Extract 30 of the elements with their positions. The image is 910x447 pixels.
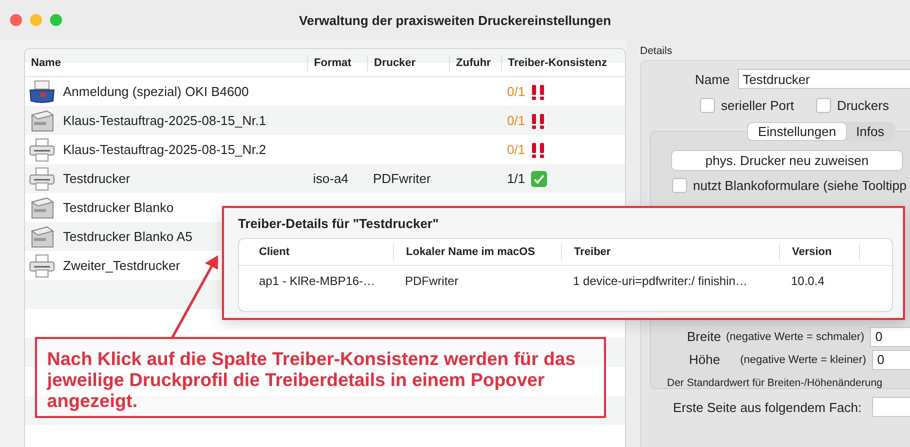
size-label: Höhe <box>689 352 720 367</box>
size-label: Breite <box>687 329 721 344</box>
printer-cell-text: PDFwriter <box>372 170 431 186</box>
default-note: Der Standardwert für Breiten-/Höhenänderung <box>666 376 884 389</box>
name-label: Name <box>695 72 730 86</box>
window-title: Verwaltung der praxisweiten Druckereinstellungen <box>298 12 612 28</box>
size-hint: (negative Werte = kleiner) <box>740 354 866 366</box>
version-cell-text: 10.0.4 <box>790 274 826 288</box>
local-name-cell-text: PDFwriter <box>404 274 460 288</box>
consistency-cell: 1/1 <box>507 171 526 186</box>
printer-name: Testdrucker Blanko <box>63 200 174 215</box>
printer-name: Klaus-Testauftrag-2025-08-15_Nr.1 <box>63 113 266 128</box>
annotation-text: Nach Klick auf die Spalte Treiber-Konsistenz werden für das jeweilige Druckprofil die Treiberdetails in einem Popover angezeigt. <box>47 348 576 411</box>
size-hint: (negative Werte = schmaler) <box>726 330 864 342</box>
checkbox-label: serieller Port <box>721 98 794 113</box>
consistency-cell: 0/1 <box>507 142 526 157</box>
details-label: Details <box>640 45 674 57</box>
consistency-cell: 0/1 <box>507 113 526 128</box>
printer-name: Testdrucker <box>63 171 130 186</box>
client-cell-text: ap1 - KlRe-MBP16-… <box>258 274 376 288</box>
printer-name: Testdrucker Blanko A5 <box>63 229 192 244</box>
checkbox-label: nutzt Blankoformulare (siehe Tooltipp <box>693 178 907 193</box>
checkbox-label: Druckers <box>836 98 889 113</box>
driver-cell-text: 1 device-uri=pdfwriter:/ finishin… <box>572 274 748 288</box>
printer-name: Zweiter_Testdrucker <box>63 258 180 273</box>
first-page-label: Erste Seite aus folgendem Fach: <box>673 400 862 414</box>
format-cell-text: iso-a4 <box>312 170 348 186</box>
consistency-cell: 0/1 <box>507 84 526 99</box>
printer-name: Anmeldung (spezial) OKI B4600 <box>63 84 249 99</box>
printer-name: Klaus-Testauftrag-2025-08-15_Nr.2 <box>63 142 266 157</box>
